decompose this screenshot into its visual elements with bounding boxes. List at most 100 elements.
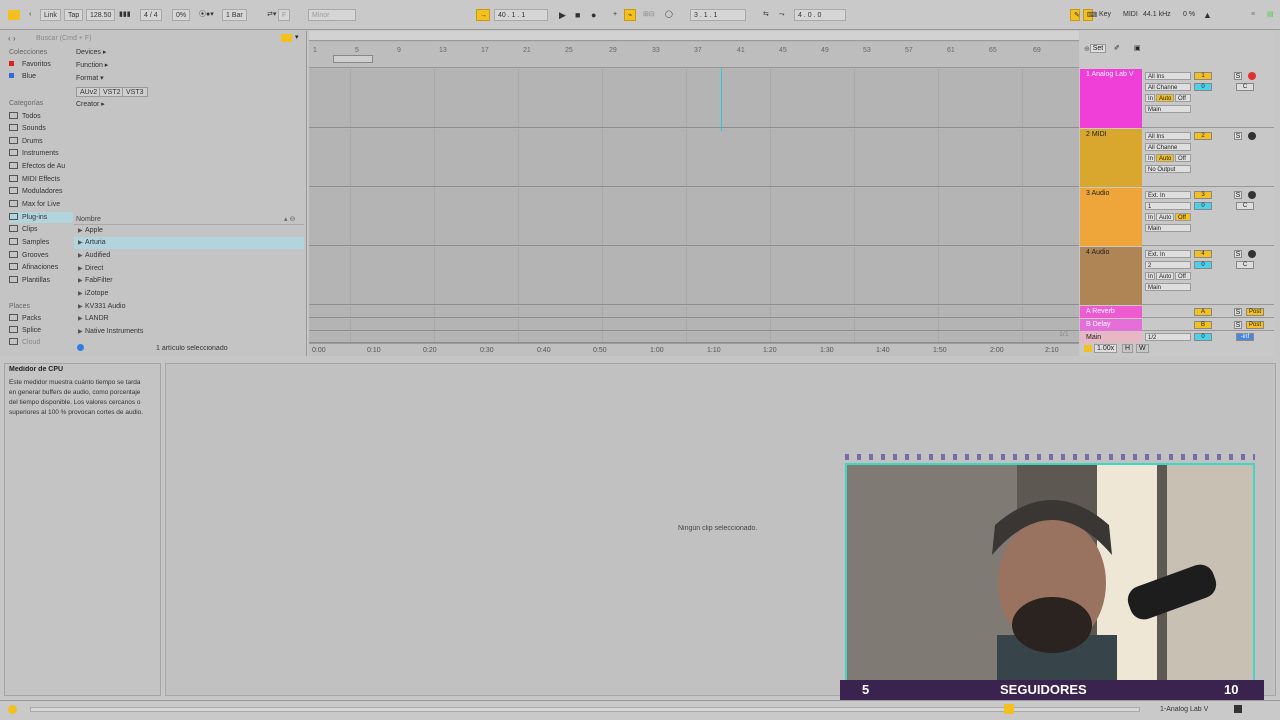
expand-icon[interactable]: ▶ (78, 250, 83, 262)
category-modulators[interactable]: Moduladores (9, 186, 71, 197)
track-header-3[interactable]: 3 Audio Ext. In 1 In Auto Off Main 3 0 C… (1080, 188, 1274, 246)
track-name[interactable]: 1 Analog Lab V (1080, 69, 1142, 78)
lock-icon[interactable]: ▣ (1134, 44, 1141, 52)
category-audio-effects[interactable]: Efectos de Au (9, 161, 71, 172)
track-name[interactable]: 3 Audio (1080, 188, 1142, 197)
collection-blue[interactable]: Blue (9, 71, 71, 82)
category-templates[interactable]: Plantillas (9, 275, 71, 286)
expand-icon[interactable]: ▶ (78, 288, 83, 300)
time-ruler[interactable]: 0:00 0:10 0:20 0:30 0:40 0:50 1:00 1:10 … (309, 343, 1079, 356)
category-plugins[interactable]: Plug-ins (9, 212, 73, 223)
monitor-off[interactable]: Off (1175, 272, 1191, 280)
groove-percent[interactable]: 0% (172, 9, 191, 21)
track-name[interactable]: A Reverb (1080, 306, 1142, 315)
quantize-select[interactable]: 1 Bar (222, 9, 247, 21)
monitor-auto[interactable]: Auto (1156, 213, 1174, 221)
monitor-in[interactable]: In (1145, 213, 1155, 221)
monitor-in[interactable]: In (1145, 272, 1155, 280)
place-packs[interactable]: Packs (9, 313, 71, 324)
arm-button[interactable] (1248, 250, 1256, 258)
back-icon[interactable]: ‹ (26, 9, 34, 21)
volume-field[interactable]: 0 (1194, 202, 1212, 210)
monitor-auto[interactable]: Auto (1156, 94, 1174, 102)
arm-button[interactable] (1248, 132, 1256, 140)
track-name[interactable]: B Delay (1080, 319, 1142, 328)
tempo-field[interactable]: 128.50 (86, 9, 116, 21)
play-icon[interactable]: ▶ (556, 9, 569, 21)
pencil-icon[interactable]: ✐ (1114, 44, 1120, 52)
expand-icon[interactable]: ▶ (78, 225, 83, 237)
loop-brace[interactable] (333, 55, 373, 63)
draw-mode-icon[interactable]: ✎ (1070, 9, 1080, 21)
pan-field[interactable]: C (1236, 83, 1254, 91)
return-lane-b[interactable] (309, 319, 1079, 331)
input-channel[interactable]: All Channe (1145, 143, 1191, 151)
expand-icon[interactable]: ▶ (78, 263, 83, 275)
track-activator[interactable]: 3 (1194, 191, 1212, 199)
monitor-auto[interactable]: Auto (1156, 272, 1174, 280)
category-clips[interactable]: Clips (9, 224, 71, 235)
list-item[interactable]: ▶ Direct (74, 263, 304, 275)
input-channel[interactable]: 1 (1145, 202, 1191, 210)
format-vst3[interactable]: VST3 (122, 87, 148, 97)
menu-icon[interactable]: ≡ (1248, 9, 1258, 21)
list-item[interactable]: ▶ Apple (74, 225, 304, 237)
track-activator[interactable]: 2 (1194, 132, 1212, 140)
name-column-label[interactable]: Nombre (76, 216, 101, 223)
monitor-auto[interactable]: Auto (1156, 154, 1174, 162)
output-routing[interactable]: Main (1145, 283, 1191, 291)
midi-map-button[interactable]: MIDI (1120, 9, 1141, 21)
scroll-track[interactable] (30, 707, 1140, 712)
list-item[interactable]: ▶ FabFilter (74, 275, 304, 287)
output-routing[interactable]: No Output (1145, 165, 1191, 173)
monitor-in[interactable]: In (1145, 94, 1155, 102)
input-type[interactable]: Ext. In (1145, 250, 1191, 258)
metronome-icon[interactable]: ▮▮▮ (116, 9, 134, 21)
place-splice[interactable]: Splice (9, 325, 71, 336)
arm-button[interactable] (1248, 191, 1256, 199)
track-lane-4[interactable] (309, 247, 1079, 305)
expand-icon[interactable]: ▶ (78, 237, 83, 249)
cpu-meter[interactable]: 0 % (1180, 9, 1198, 21)
filter-icon[interactable] (281, 34, 292, 42)
return-track-b[interactable]: B Delay B S Post (1080, 319, 1274, 331)
monitor-off[interactable]: Off (1175, 94, 1191, 102)
place-cloud[interactable]: Cloud (9, 337, 71, 348)
overview-bar[interactable] (309, 31, 1079, 41)
input-type[interactable]: All Ins (1145, 132, 1191, 140)
input-type[interactable]: Ext. In (1145, 191, 1191, 199)
expand-icon[interactable]: ▶ (78, 326, 83, 338)
collection-favorites[interactable]: Favoritos (9, 59, 71, 70)
category-max-for-live[interactable]: Max for Live (9, 199, 71, 210)
set-button[interactable]: Set (1090, 44, 1106, 53)
main-track[interactable]: Main 1/2 0 -inf (1080, 332, 1274, 343)
filter-format[interactable]: Format ▾ (76, 74, 104, 82)
output-routing[interactable]: Main (1145, 224, 1191, 232)
post-toggle[interactable]: Post (1246, 308, 1264, 316)
track-header-4[interactable]: 4 Audio Ext. In 2 In Auto Off Main 4 0 C… (1080, 247, 1274, 305)
pan-field[interactable]: -inf (1236, 333, 1254, 341)
monitor-off[interactable]: Off (1175, 213, 1191, 221)
automation-arm-icon[interactable]: ⌁ (624, 9, 636, 21)
list-item[interactable]: ▶ Arturia (74, 237, 304, 249)
main-lane[interactable] (309, 332, 1079, 343)
volume-field[interactable]: 0 (1194, 261, 1212, 269)
expand-icon[interactable]: ▶ (78, 301, 83, 313)
filter-function[interactable]: Function ▸ (76, 61, 108, 69)
track-lane-1[interactable] (309, 69, 1079, 128)
format-vst2[interactable]: VST2 (99, 87, 125, 97)
list-item[interactable]: ▶ Audified (74, 250, 304, 262)
follow-icon[interactable]: → (476, 9, 490, 21)
input-channel[interactable]: 2 (1145, 261, 1191, 269)
dropdown-icon[interactable]: ▾ (295, 33, 299, 41)
record-icon[interactable]: ● (588, 9, 599, 21)
stop-icon[interactable]: ■ (572, 9, 583, 21)
record-mode-icon[interactable]: ⦿●▾ (196, 9, 217, 21)
pan-field[interactable]: C (1236, 202, 1254, 210)
input-type[interactable]: All Ins (1145, 72, 1191, 80)
track-header-1[interactable]: 1 Analog Lab V All Ins All Channe In Aut… (1080, 69, 1274, 128)
sort-icon[interactable]: ▴ ⊖ (284, 215, 295, 223)
time-signature-field[interactable]: 4 / 4 (140, 9, 162, 21)
monitor-off[interactable]: Off (1175, 154, 1191, 162)
volume-field[interactable]: 0 (1194, 83, 1212, 91)
